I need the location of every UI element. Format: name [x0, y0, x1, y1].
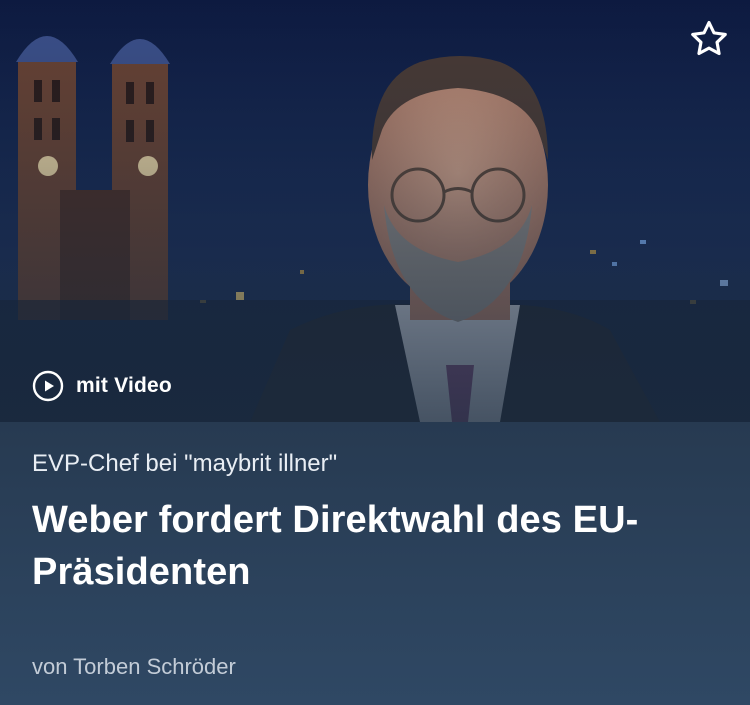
article-kicker: EVP-Chef bei "maybrit illner" [32, 450, 338, 477]
article-hero-image[interactable]: mit Video [0, 0, 750, 422]
article-teaser-card[interactable]: mit Video EVP-Chef bei "maybrit illner" … [0, 0, 750, 705]
favorite-button[interactable] [686, 16, 732, 62]
star-outline-icon [691, 20, 727, 56]
article-headline[interactable]: Weber fordert Direktwahl des EU-Präsiden… [32, 494, 732, 598]
video-badge[interactable]: mit Video [32, 368, 172, 404]
play-circle-icon [32, 370, 64, 402]
article-author: von Torben Schröder [32, 654, 236, 679]
video-label: mit Video [76, 374, 172, 397]
article-text[interactable]: EVP-Chef bei "maybrit illner" Weber ford… [32, 448, 726, 598]
hero-photo [0, 0, 750, 422]
